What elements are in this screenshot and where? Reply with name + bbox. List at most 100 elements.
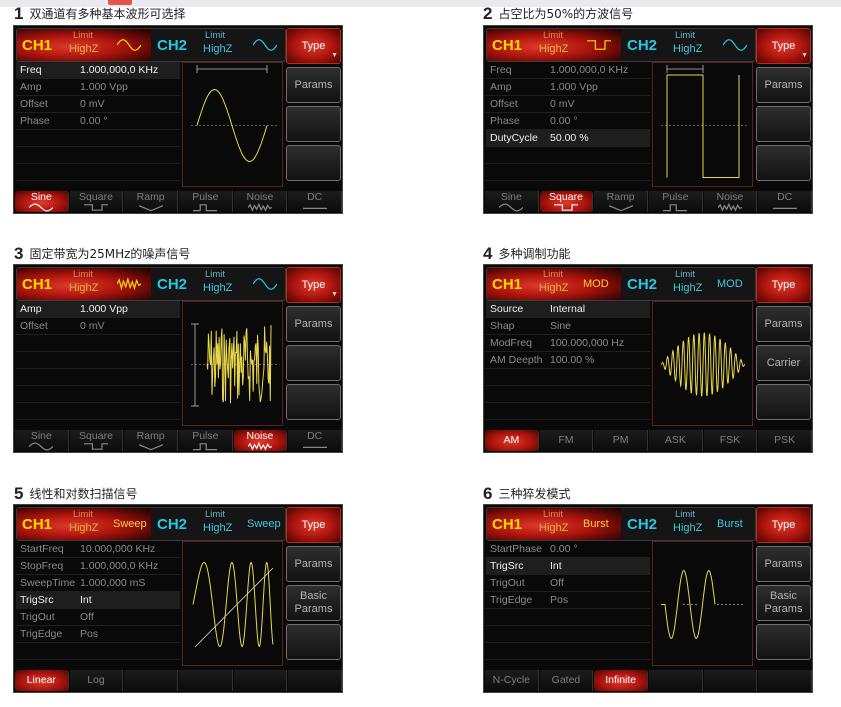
tab-ramp[interactable]: Ramp bbox=[124, 430, 178, 451]
tab-sine[interactable]: Sine bbox=[485, 191, 539, 212]
ch1-label[interactable]: CH1 bbox=[22, 37, 52, 54]
parameter-row[interactable]: Offset 0 mV bbox=[16, 96, 180, 113]
softkey-blank-2[interactable] bbox=[286, 106, 341, 142]
parameter-row[interactable] bbox=[486, 164, 650, 181]
ch2-label[interactable]: CH2 bbox=[627, 516, 657, 533]
parameter-row[interactable]: SweepTime 1.000,000 mS bbox=[16, 575, 180, 592]
softkey-blank-3[interactable] bbox=[286, 384, 341, 420]
tab-blank-2[interactable] bbox=[124, 670, 178, 691]
softkey-carrier[interactable]: Carrier bbox=[756, 345, 811, 381]
parameter-row[interactable] bbox=[16, 403, 180, 420]
tab-fsk[interactable]: FSK bbox=[703, 430, 758, 451]
parameter-row[interactable]: ModFreq 100.000,000 Hz bbox=[486, 335, 650, 352]
softkey-params[interactable]: Params bbox=[286, 546, 341, 582]
parameter-row[interactable]: Amp 1.000 Vpp bbox=[16, 301, 180, 318]
tab-dc[interactable]: DC bbox=[758, 191, 812, 212]
softkey-params[interactable]: Params bbox=[756, 546, 811, 582]
ch1-label[interactable]: CH1 bbox=[492, 276, 522, 293]
tab-ask[interactable]: ASK bbox=[649, 430, 703, 451]
parameter-row[interactable]: AM Deepth 100.00 % bbox=[486, 352, 650, 369]
ch1-label[interactable]: CH1 bbox=[492, 37, 522, 54]
parameter-row[interactable]: Phase 0.00 ° bbox=[16, 113, 180, 130]
parameter-row[interactable]: Freq 1.000,000,0 KHz bbox=[486, 62, 650, 79]
tab-noise[interactable]: Noise bbox=[703, 191, 758, 212]
tab-square[interactable]: Square bbox=[69, 430, 124, 451]
tab-ramp[interactable]: Ramp bbox=[124, 191, 178, 212]
parameter-row[interactable]: TrigSrc Int bbox=[486, 558, 650, 575]
softkey-type[interactable]: Type bbox=[756, 507, 811, 543]
parameter-row[interactable] bbox=[16, 164, 180, 181]
softkey-blank-2[interactable] bbox=[286, 345, 341, 381]
tab-square[interactable]: Square bbox=[69, 191, 124, 212]
tab-dc[interactable]: DC bbox=[288, 191, 342, 212]
parameter-row[interactable]: TrigEdge Pos bbox=[16, 626, 180, 643]
parameter-row[interactable]: TrigOut Off bbox=[16, 609, 180, 626]
tab-pm[interactable]: PM bbox=[594, 430, 648, 451]
softkey-params[interactable]: Params bbox=[286, 67, 341, 103]
parameter-row[interactable] bbox=[486, 403, 650, 420]
tab-n-cycle[interactable]: N-Cycle bbox=[485, 670, 539, 691]
tab-dc[interactable]: DC bbox=[288, 430, 342, 451]
ch2-label[interactable]: CH2 bbox=[157, 516, 187, 533]
tab-gated[interactable]: Gated bbox=[539, 670, 594, 691]
ch1-label[interactable]: CH1 bbox=[22, 276, 52, 293]
parameter-row[interactable] bbox=[486, 643, 650, 660]
parameter-row[interactable]: StopFreq 1.000,000,0 KHz bbox=[16, 558, 180, 575]
parameter-row[interactable]: Amp 1.000 Vpp bbox=[486, 79, 650, 96]
parameter-row[interactable] bbox=[16, 386, 180, 403]
softkey-type[interactable]: Type ▼ bbox=[286, 28, 341, 64]
tab-blank-4[interactable] bbox=[233, 670, 288, 691]
parameter-row[interactable] bbox=[16, 130, 180, 147]
tab-blank-5[interactable] bbox=[288, 670, 342, 691]
parameter-row[interactable] bbox=[486, 369, 650, 386]
parameter-row[interactable]: Amp 1.000 Vpp bbox=[16, 79, 180, 96]
softkey-basic-params[interactable]: Basic Params bbox=[286, 585, 341, 621]
softkey-blank-3[interactable] bbox=[286, 624, 341, 660]
ch1-label[interactable]: CH1 bbox=[22, 516, 52, 533]
tab-noise[interactable]: Noise bbox=[233, 191, 288, 212]
tab-noise[interactable]: Noise bbox=[233, 430, 288, 451]
tab-square[interactable]: Square bbox=[539, 191, 594, 212]
tab-ramp[interactable]: Ramp bbox=[594, 191, 648, 212]
parameter-row[interactable]: Offset 0 mV bbox=[16, 318, 180, 335]
softkey-type[interactable]: Type bbox=[286, 507, 341, 543]
tab-blank-4[interactable] bbox=[703, 670, 758, 691]
softkey-type[interactable]: Type ▼ bbox=[286, 267, 341, 303]
ch2-label[interactable]: CH2 bbox=[627, 276, 657, 293]
parameter-row[interactable]: Phase 0.00 ° bbox=[486, 113, 650, 130]
parameter-row[interactable] bbox=[486, 626, 650, 643]
softkey-type[interactable]: Type ▼ bbox=[756, 28, 811, 64]
softkey-params[interactable]: Params bbox=[756, 67, 811, 103]
tab-pulse[interactable]: Pulse bbox=[179, 191, 233, 212]
tab-am[interactable]: AM bbox=[485, 430, 539, 451]
parameter-row[interactable]: TrigOut Off bbox=[486, 575, 650, 592]
softkey-blank-2[interactable] bbox=[756, 106, 811, 142]
softkey-blank-3[interactable] bbox=[756, 384, 811, 420]
softkey-params[interactable]: Params bbox=[286, 306, 341, 342]
parameter-row[interactable]: StartPhase 0.00 ° bbox=[486, 541, 650, 558]
ch1-label[interactable]: CH1 bbox=[492, 516, 522, 533]
parameter-row[interactable] bbox=[486, 147, 650, 164]
parameter-row[interactable]: TrigSrc Int bbox=[16, 592, 180, 609]
parameter-row[interactable] bbox=[16, 352, 180, 369]
parameter-row[interactable]: TrigEdge Pos bbox=[486, 592, 650, 609]
parameter-row[interactable]: Shap Sine bbox=[486, 318, 650, 335]
tab-sine[interactable]: Sine bbox=[15, 430, 69, 451]
softkey-blank-3[interactable] bbox=[756, 624, 811, 660]
tab-pulse[interactable]: Pulse bbox=[179, 430, 233, 451]
tab-psk[interactable]: PSK bbox=[758, 430, 812, 451]
ch2-label[interactable]: CH2 bbox=[157, 37, 187, 54]
tab-sine[interactable]: Sine bbox=[15, 191, 69, 212]
parameter-row[interactable] bbox=[16, 147, 180, 164]
tab-log[interactable]: Log bbox=[69, 670, 124, 691]
tab-blank-3[interactable] bbox=[179, 670, 233, 691]
parameter-row[interactable] bbox=[16, 369, 180, 386]
softkey-basic-params[interactable]: Basic Params bbox=[756, 585, 811, 621]
parameter-row[interactable] bbox=[16, 335, 180, 352]
softkey-params[interactable]: Params bbox=[756, 306, 811, 342]
tab-pulse[interactable]: Pulse bbox=[649, 191, 703, 212]
tab-infinite[interactable]: Infinite bbox=[594, 670, 648, 691]
tab-blank-5[interactable] bbox=[758, 670, 812, 691]
softkey-blank-3[interactable] bbox=[756, 145, 811, 181]
parameter-row[interactable] bbox=[486, 386, 650, 403]
